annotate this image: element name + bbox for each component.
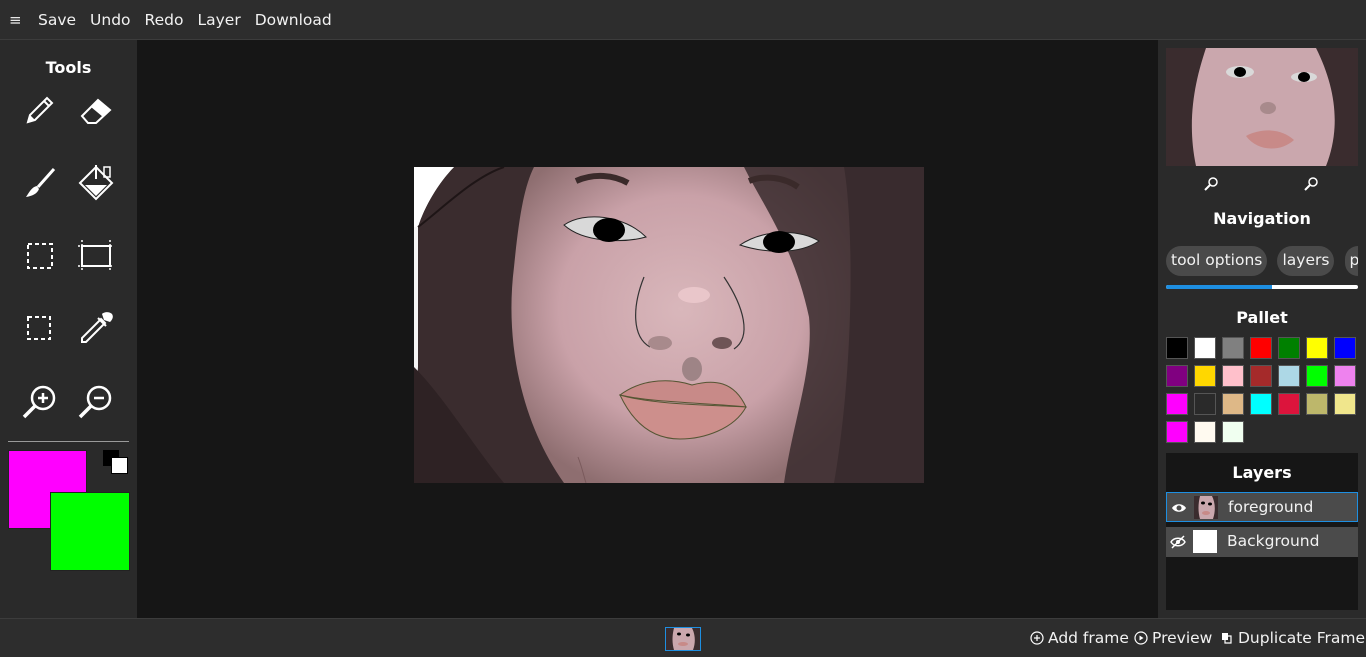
nav-zoom-out-icon[interactable] (1303, 176, 1319, 192)
pallet-color-swatch[interactable] (1250, 337, 1272, 359)
crop-icon (78, 240, 114, 272)
layer-row-background[interactable]: Background (1166, 527, 1358, 557)
layer-menu-item[interactable]: Layer (197, 11, 240, 29)
preview-button[interactable]: Preview (1134, 629, 1212, 647)
tools-panel: Tools (0, 40, 137, 618)
duplicate-frame-label: Duplicate Frame (1238, 629, 1366, 647)
tools-title: Tools (45, 58, 92, 77)
secondary-color-swatch[interactable] (50, 492, 130, 571)
lasso-select-tool[interactable] (20, 308, 60, 348)
pallet-color-swatch[interactable] (1250, 365, 1272, 387)
eraser-tool[interactable] (76, 90, 116, 130)
pallet-color-swatch[interactable] (1278, 337, 1300, 359)
layer-thumbnail (1193, 530, 1217, 553)
tab-pr[interactable]: pr (1344, 246, 1358, 276)
eye-hidden-icon[interactable] (1170, 534, 1186, 550)
add-frame-label: Add frame (1048, 629, 1129, 647)
eyedropper-icon (81, 312, 113, 343)
eye-icon[interactable] (1171, 500, 1187, 516)
lasso-select-icon (27, 316, 51, 340)
portrait-artwork (414, 167, 924, 483)
tools-divider (8, 441, 129, 442)
tab-layers[interactable]: layers (1277, 246, 1335, 276)
layer-name: Background (1227, 532, 1320, 550)
undo-menu-item[interactable]: Undo (90, 11, 131, 29)
pallet-color-swatch[interactable] (1194, 337, 1216, 359)
bottom-frame-bar: Add frame Preview Duplicate Frame (0, 618, 1366, 657)
duplicate-frame-button[interactable]: Duplicate Frame (1220, 629, 1365, 647)
layers-title: Layers (1232, 463, 1292, 482)
tabs-scrollbar[interactable] (1166, 285, 1358, 289)
pallet-color-swatch[interactable] (1222, 393, 1244, 415)
pallet-color-swatch[interactable] (1306, 365, 1328, 387)
fill-bucket-icon (78, 165, 114, 201)
pallet-color-swatch[interactable] (1222, 421, 1244, 443)
pallet-color-swatch[interactable] (1334, 393, 1356, 415)
zoom-in-icon (22, 385, 56, 419)
rect-select-icon (27, 243, 53, 269)
eyedropper-tool[interactable] (76, 308, 116, 348)
layer-name: foreground (1228, 498, 1314, 516)
plus-circle-icon (1030, 631, 1044, 645)
pallet-color-swatch[interactable] (1222, 365, 1244, 387)
layers-panel: Layers foreground Background (1166, 453, 1358, 610)
tab-tool-options[interactable]: tool options (1166, 246, 1268, 276)
download-menu-item[interactable]: Download (255, 11, 332, 29)
panel-tabs: tool options layers pr (1166, 246, 1358, 276)
redo-menu-item[interactable]: Redo (145, 11, 184, 29)
pallet-color-swatch[interactable] (1222, 337, 1244, 359)
zoom-in-tool[interactable] (20, 382, 60, 422)
nav-zoom-in-icon[interactable] (1203, 176, 1219, 192)
pallet-color-swatch[interactable] (1250, 393, 1272, 415)
pallet-color-swatch[interactable] (1334, 365, 1356, 387)
pallet-color-swatch[interactable] (1194, 421, 1216, 443)
hamburger-menu-icon[interactable]: ≡ (9, 11, 23, 29)
drawing-canvas[interactable] (414, 167, 924, 483)
pencil-tool[interactable] (20, 90, 60, 130)
pallet-color-swatch[interactable] (1334, 337, 1356, 359)
layer-row-foreground[interactable]: foreground (1166, 492, 1358, 522)
pallet-color-swatch[interactable] (1194, 365, 1216, 387)
pallet-color-swatch[interactable] (1166, 365, 1188, 387)
pencil-icon (26, 96, 54, 124)
brush-tool[interactable] (20, 163, 60, 203)
preview-label: Preview (1152, 629, 1213, 647)
save-menu-item[interactable]: Save (38, 11, 76, 29)
crop-tool[interactable] (76, 236, 116, 276)
right-panel: Navigation tool options layers pr Pallet… (1158, 40, 1366, 618)
pallet-color-swatch[interactable] (1306, 337, 1328, 359)
navigation-preview[interactable] (1166, 48, 1358, 166)
zoom-out-tool[interactable] (76, 382, 116, 422)
pallet-color-swatch[interactable] (1306, 393, 1328, 415)
pallet-color-swatch[interactable] (1278, 393, 1300, 415)
pallet-title: Pallet (1236, 308, 1288, 327)
reset-colors-icon[interactable] (103, 450, 129, 474)
brush-icon (26, 168, 56, 197)
rect-select-tool[interactable] (20, 236, 60, 276)
navigation-title: Navigation (1213, 209, 1311, 228)
eraser-icon (80, 98, 112, 124)
add-frame-button[interactable]: Add frame (1030, 629, 1129, 647)
zoom-out-icon (78, 385, 112, 419)
pallet-color-swatch[interactable] (1166, 421, 1188, 443)
layer-thumbnail (1194, 496, 1218, 519)
duplicate-icon (1222, 633, 1232, 644)
pallet-color-swatch[interactable] (1278, 365, 1300, 387)
pallet-color-swatch[interactable] (1166, 393, 1188, 415)
fill-bucket-tool[interactable] (76, 163, 116, 203)
frame-thumbnail[interactable] (665, 627, 701, 651)
play-circle-icon (1134, 631, 1148, 645)
top-menu-bar: ≡ Save Undo Redo Layer Download (0, 0, 1366, 40)
pallet-color-swatch[interactable] (1166, 337, 1188, 359)
pallet-color-swatch[interactable] (1194, 393, 1216, 415)
